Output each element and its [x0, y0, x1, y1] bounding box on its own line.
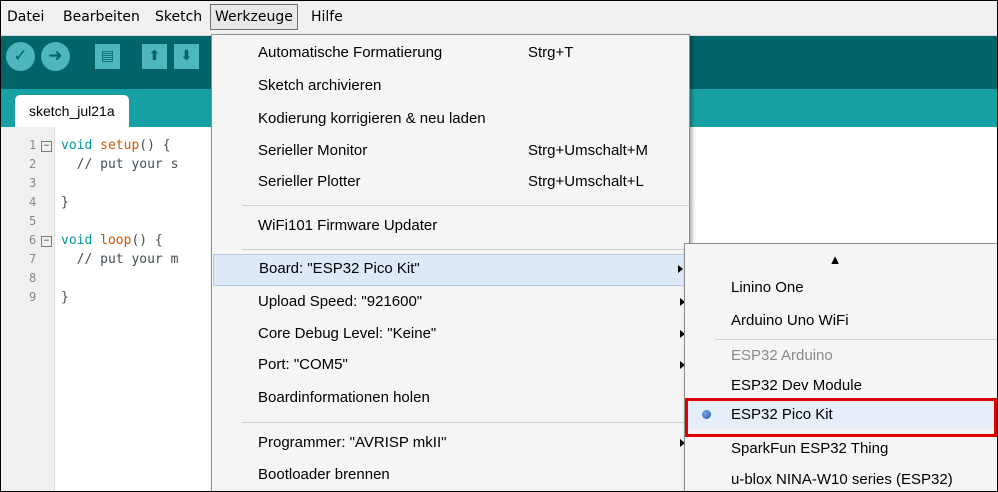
- line-number: 6: [29, 233, 37, 247]
- menu-item-serial-monitor[interactable]: Serieller Monitor Strg+Umschalt+M: [212, 137, 689, 165]
- board-item-arduino-uno-wifi[interactable]: Arduino Uno WiFi: [685, 307, 997, 335]
- tab-sketch[interactable]: sketch_jul21a: [15, 95, 129, 127]
- code-line: void setup() {: [61, 138, 171, 153]
- board-submenu: ▲ Linino One Arduino Uno WiFi ESP32 Ardu…: [684, 243, 997, 491]
- upload-icon[interactable]: ➜: [41, 42, 70, 71]
- scroll-up-icon[interactable]: ▲: [685, 246, 997, 272]
- board-group-esp32-arduino: ESP32 Arduino: [731, 347, 833, 364]
- code-line: // put your m: [61, 252, 179, 267]
- menu-separator: [715, 339, 997, 340]
- menu-item-port[interactable]: Port: "COM5": [212, 351, 689, 379]
- menu-hilfe[interactable]: Hilfe: [307, 5, 347, 29]
- menu-item-board[interactable]: Board: "ESP32 Pico Kit": [213, 254, 688, 286]
- line-number-gutter: 1 2 3 4 5 6 7 8 9 − −: [1, 127, 55, 491]
- menu-bar: Datei Bearbeiten Sketch Werkzeuge Hilfe: [1, 1, 997, 36]
- menu-werkzeuge[interactable]: Werkzeuge: [210, 4, 298, 30]
- fold-toggle-icon[interactable]: −: [41, 141, 52, 152]
- line-number: 9: [29, 290, 37, 304]
- arduino-ide-window: Datei Bearbeiten Sketch Werkzeuge Hilfe …: [0, 0, 998, 492]
- menu-item-archive-sketch[interactable]: Sketch archivieren: [212, 72, 689, 100]
- highlight-box: [685, 398, 997, 437]
- menu-item-programmer[interactable]: Programmer: "AVRISP mkII": [212, 429, 689, 457]
- code-line: }: [61, 195, 69, 210]
- board-item-linino-one[interactable]: Linino One: [685, 274, 997, 302]
- fold-toggle-icon[interactable]: −: [41, 236, 52, 247]
- menu-item-wifi101-updater[interactable]: WiFi101 Firmware Updater: [212, 212, 689, 240]
- board-item-ublox-nina-w10[interactable]: u-blox NINA-W10 series (ESP32): [685, 466, 997, 491]
- menu-item-burn-bootloader[interactable]: Bootloader brennen: [212, 461, 689, 489]
- menu-item-upload-speed[interactable]: Upload Speed: "921600": [212, 288, 689, 316]
- line-number: 2: [29, 157, 37, 171]
- board-item-sparkfun-esp32-thing[interactable]: SparkFun ESP32 Thing: [685, 435, 997, 463]
- new-icon[interactable]: ▤: [95, 44, 120, 69]
- menu-separator: [242, 422, 689, 423]
- save-icon[interactable]: ⬇: [174, 44, 199, 69]
- verify-icon[interactable]: ✓: [6, 42, 35, 71]
- line-number: 5: [29, 214, 37, 228]
- werkzeuge-menu: Automatische Formatierung Strg+T Sketch a…: [211, 34, 690, 491]
- menu-sketch[interactable]: Sketch: [151, 5, 206, 29]
- submenu-arrow-icon: [678, 265, 683, 273]
- menu-datei[interactable]: Datei: [3, 5, 48, 29]
- code-line: void loop() {: [61, 233, 163, 248]
- line-number: 1: [29, 138, 37, 152]
- menu-bearbeiten[interactable]: Bearbeiten: [59, 5, 144, 29]
- menu-item-core-debug-level[interactable]: Core Debug Level: "Keine": [212, 320, 689, 348]
- menu-item-serial-plotter[interactable]: Serieller Plotter Strg+Umschalt+L: [212, 168, 689, 196]
- line-number: 8: [29, 271, 37, 285]
- menu-item-fix-encoding[interactable]: Kodierung korrigieren & neu laden: [212, 105, 689, 133]
- line-number: 3: [29, 176, 37, 190]
- open-icon[interactable]: ⬆: [142, 44, 167, 69]
- code-line: // put your s: [61, 157, 179, 172]
- line-number: 4: [29, 195, 37, 209]
- code-line: }: [61, 290, 69, 305]
- menu-separator: [242, 249, 689, 250]
- line-number: 7: [29, 252, 37, 266]
- menu-item-auto-format[interactable]: Automatische Formatierung Strg+T: [212, 39, 689, 67]
- menu-item-board-info[interactable]: Boardinformationen holen: [212, 384, 689, 412]
- board-item-esp32-dev-module[interactable]: ESP32 Dev Module: [685, 372, 997, 400]
- menu-separator: [242, 205, 689, 206]
